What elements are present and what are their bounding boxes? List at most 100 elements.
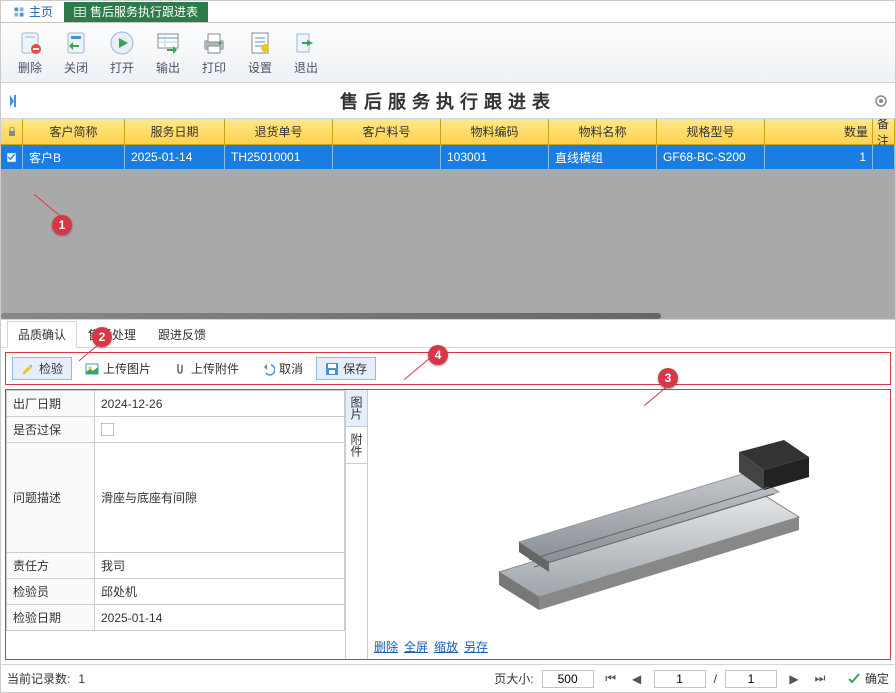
grid-header-custpart[interactable]: 客户料号 xyxy=(333,119,441,144)
delete-button[interactable]: 删除 xyxy=(7,28,53,78)
export-button[interactable]: 输出 xyxy=(145,28,191,78)
grid-header: 客户简称 服务日期 退货单号 客户料号 物料编码 物料名称 规格型号 数量 备注 xyxy=(1,119,895,145)
app-tabs: 主页 售后服务执行跟进表 xyxy=(1,1,895,23)
data-grid: 客户简称 服务日期 退货单号 客户料号 物料编码 物料名称 规格型号 数量 备注… xyxy=(1,119,895,319)
print-icon xyxy=(200,29,228,57)
pagesize-input[interactable] xyxy=(542,670,594,688)
side-tab-attach[interactable]: 附件 xyxy=(346,427,367,464)
grid-header-qty[interactable]: 数量 xyxy=(765,119,873,144)
record-count-label: 当前记录数: xyxy=(7,670,70,687)
tab-home-label: 主页 xyxy=(29,3,53,20)
sub-toolbar: 检验 上传图片 上传附件 取消 保存 xyxy=(5,352,891,385)
row-custpart xyxy=(333,145,441,169)
grid-icon xyxy=(74,6,86,18)
row-date: 2025-01-14 xyxy=(125,145,225,169)
inspect-button[interactable]: 检验 xyxy=(12,357,72,380)
grid-header-return[interactable]: 退货单号 xyxy=(225,119,333,144)
inspect-date-value[interactable]: 2025-01-14 xyxy=(95,605,345,631)
page-next-button[interactable]: ▶ xyxy=(785,670,803,688)
grid-header-spec[interactable]: 规格型号 xyxy=(657,119,765,144)
tab-active-label: 售后服务执行跟进表 xyxy=(90,3,198,20)
row-name: 直线模组 xyxy=(549,145,657,169)
close-icon xyxy=(62,29,90,57)
cancel-button[interactable]: 取消 xyxy=(252,357,312,380)
page-prev-button[interactable]: ◀ xyxy=(628,670,646,688)
page-total-input[interactable] xyxy=(725,670,777,688)
settings-button[interactable]: 设置 xyxy=(237,28,283,78)
record-count: 1 xyxy=(78,672,85,686)
ship-date-label: 出厂日期 xyxy=(7,391,95,417)
page-current-input[interactable] xyxy=(654,670,706,688)
form-table: 出厂日期2024-12-26 是否过保 问题描述滑座与底座有间隙 责任方我司 检… xyxy=(6,390,346,659)
img-zoom-link[interactable]: 缩放 xyxy=(434,638,458,655)
grid-header-lock[interactable] xyxy=(1,119,23,144)
page-sep: / xyxy=(714,672,717,686)
row-material: 103001 xyxy=(441,145,549,169)
img-delete-link[interactable]: 删除 xyxy=(374,638,398,655)
save-button[interactable]: 保存 xyxy=(316,357,376,380)
inspector-value[interactable]: 邱处机 xyxy=(95,579,345,605)
detail-tabs: 品质确认 售后处理 跟进反馈 xyxy=(1,320,895,348)
print-button[interactable]: 打印 xyxy=(191,28,237,78)
grid-header-date[interactable]: 服务日期 xyxy=(125,119,225,144)
main-toolbar: 删除 关闭 打开 输出 打印 设置 退出 xyxy=(1,23,895,83)
tab-after[interactable]: 售后处理 xyxy=(77,321,147,348)
grid-header-remark[interactable]: 备注 xyxy=(873,119,895,144)
warranty-checkbox[interactable] xyxy=(95,417,345,443)
row-customer: 客户B xyxy=(23,145,125,169)
issue-value[interactable]: 滑座与底座有间隙 xyxy=(95,443,345,553)
detail-body: 出厂日期2024-12-26 是否过保 问题描述滑座与底座有间隙 责任方我司 检… xyxy=(5,389,891,660)
row-return: TH25010001 xyxy=(225,145,333,169)
tab-feedback[interactable]: 跟进反馈 xyxy=(147,321,217,348)
edit-icon xyxy=(21,362,35,376)
img-saveas-link[interactable]: 另存 xyxy=(464,638,488,655)
row-spec: GF68-BC-S200 xyxy=(657,145,765,169)
page-title: 售后服务执行跟进表 xyxy=(340,88,556,114)
export-icon xyxy=(154,29,182,57)
product-image[interactable] xyxy=(368,390,890,634)
grid-header-name[interactable]: 物料名称 xyxy=(549,119,657,144)
exit-icon xyxy=(292,29,320,57)
close-button[interactable]: 关闭 xyxy=(53,28,99,78)
ship-date-value[interactable]: 2024-12-26 xyxy=(95,391,345,417)
image-icon xyxy=(85,362,99,376)
responsible-value[interactable]: 我司 xyxy=(95,553,345,579)
img-fullscreen-link[interactable]: 全屏 xyxy=(404,638,428,655)
tab-quality[interactable]: 品质确认 xyxy=(7,321,77,348)
confirm-button[interactable]: 确定 xyxy=(847,670,889,687)
grid-header-customer[interactable]: 客户简称 xyxy=(23,119,125,144)
grid-empty-area xyxy=(1,169,895,319)
attachment-icon xyxy=(173,362,187,376)
page-last-button[interactable]: ⏭ xyxy=(811,670,829,688)
image-links: 删除 全屏 缩放 另存 xyxy=(368,634,890,659)
table-row[interactable]: 客户B 2025-01-14 TH25010001 103001 直线模组 GF… xyxy=(1,145,895,169)
tab-home[interactable]: 主页 xyxy=(3,2,63,22)
title-bar: 售后服务执行跟进表 xyxy=(1,83,895,119)
responsible-label: 责任方 xyxy=(7,553,95,579)
issue-label: 问题描述 xyxy=(7,443,95,553)
tab-active[interactable]: 售后服务执行跟进表 xyxy=(64,2,208,22)
row-remark xyxy=(873,145,895,169)
image-area: 删除 全屏 缩放 另存 xyxy=(368,390,890,659)
upload-image-button[interactable]: 上传图片 xyxy=(76,357,160,380)
side-tabs: 图片 附件 xyxy=(346,390,368,659)
settings-icon xyxy=(246,29,274,57)
row-checkbox[interactable] xyxy=(1,145,23,169)
pagesize-label: 页大小: xyxy=(494,670,533,687)
gear-icon[interactable] xyxy=(873,93,889,109)
delete-icon xyxy=(16,29,44,57)
open-button[interactable]: 打开 xyxy=(99,28,145,78)
exit-button[interactable]: 退出 xyxy=(283,28,329,78)
side-tab-image[interactable]: 图片 xyxy=(346,390,367,427)
detail-panel: 品质确认 售后处理 跟进反馈 检验 上传图片 上传附件 取消 保存 出厂日期20… xyxy=(1,319,895,664)
status-bar: 当前记录数: 1 页大小: ⏮ ◀ / ▶ ⏭ 确定 xyxy=(1,664,895,692)
row-qty: 1 xyxy=(765,145,873,169)
inspect-date-label: 检验日期 xyxy=(7,605,95,631)
collapse-icon[interactable] xyxy=(7,93,23,109)
upload-file-button[interactable]: 上传附件 xyxy=(164,357,248,380)
inspector-label: 检验员 xyxy=(7,579,95,605)
undo-icon xyxy=(261,362,275,376)
page-first-button[interactable]: ⏮ xyxy=(602,670,620,688)
home-icon xyxy=(13,6,25,18)
grid-header-material[interactable]: 物料编码 xyxy=(441,119,549,144)
